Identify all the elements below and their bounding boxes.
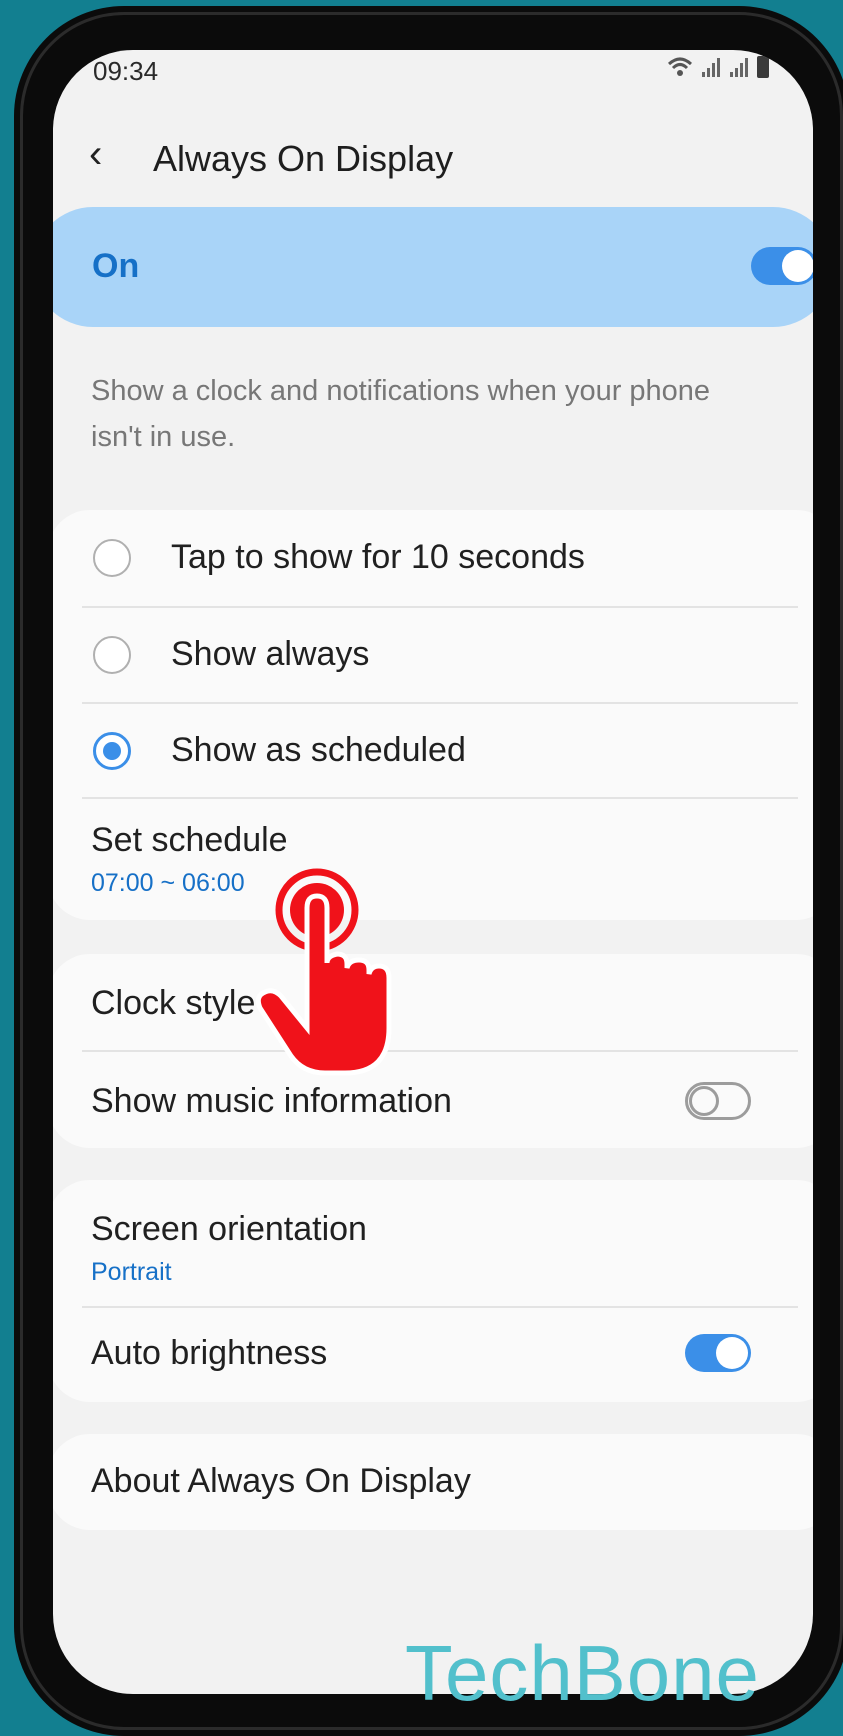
screen-settings-card: Screen orientation Portrait Auto brightn… (53, 1180, 813, 1402)
clock-style-row[interactable]: Clock style (53, 954, 813, 1050)
status-bar: 09:34 (53, 50, 813, 90)
option-show-always[interactable]: Show always (53, 608, 813, 702)
music-info-label: Show music information (91, 1082, 452, 1120)
screen-orientation-row[interactable]: Screen orientation Portrait (53, 1180, 813, 1306)
signal-icon-2 (730, 58, 748, 77)
tap-hand-icon (255, 868, 392, 1076)
option-label: Tap to show for 10 seconds (171, 538, 585, 576)
back-arrow-icon[interactable]: ‹ (89, 134, 102, 174)
screen-orientation-value: Portrait (91, 1258, 172, 1286)
music-info-toggle[interactable] (685, 1082, 751, 1120)
wifi-icon (667, 57, 693, 76)
feature-description: Show a clock and notifications when your… (91, 375, 711, 453)
about-row[interactable]: About Always On Display (53, 1434, 813, 1530)
option-label: Show as scheduled (171, 731, 466, 769)
radio-button-selected[interactable] (93, 732, 131, 770)
watermark-text: TechBone (405, 1629, 760, 1717)
appearance-card: Clock style Show music information (53, 954, 813, 1148)
auto-brightness-toggle[interactable] (685, 1334, 751, 1372)
radio-button[interactable] (93, 636, 131, 674)
option-label: Show always (171, 635, 370, 673)
screen-orientation-label: Screen orientation (91, 1210, 367, 1248)
set-schedule-label: Set schedule (91, 821, 288, 859)
schedule-value: 07:00 ~ 06:00 (91, 869, 245, 897)
master-switch-bar[interactable]: On (53, 207, 813, 327)
master-toggle[interactable] (751, 247, 813, 285)
page-title: Always On Display (153, 138, 454, 179)
status-time: 09:34 (93, 56, 159, 86)
master-switch-label: On (92, 247, 140, 285)
display-mode-card: Tap to show for 10 seconds Show always S… (53, 510, 813, 920)
option-tap-to-show[interactable]: Tap to show for 10 seconds (53, 510, 813, 606)
about-label: About Always On Display (91, 1462, 471, 1500)
toggle-knob (689, 1086, 719, 1116)
auto-brightness-row[interactable]: Auto brightness (53, 1308, 813, 1402)
option-show-as-scheduled[interactable]: Show as scheduled (53, 704, 813, 798)
battery-icon (757, 56, 769, 78)
toggle-knob (716, 1337, 748, 1369)
set-schedule-row[interactable]: Set schedule 07:00 ~ 06:00 (53, 799, 813, 919)
app-header: ‹ Always On Display (53, 120, 813, 190)
phone-screen: 09:34 ‹ Always On Display On Show a cloc… (53, 50, 813, 1694)
about-card: About Always On Display (53, 1434, 813, 1530)
status-icons (667, 56, 769, 78)
music-info-row[interactable]: Show music information (53, 1052, 813, 1148)
clock-style-label: Clock style (91, 984, 256, 1022)
auto-brightness-label: Auto brightness (91, 1334, 328, 1372)
toggle-knob (782, 250, 813, 282)
radio-button[interactable] (93, 539, 131, 577)
signal-icon (702, 58, 720, 77)
